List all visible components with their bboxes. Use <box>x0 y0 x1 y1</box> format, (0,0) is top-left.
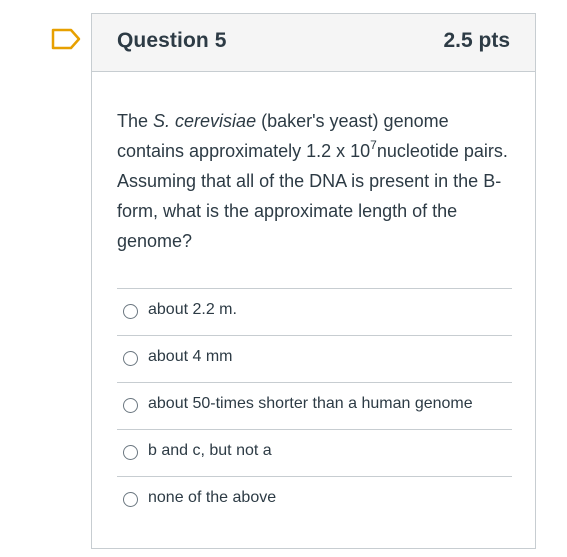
answer-option[interactable]: about 50-times shorter than a human geno… <box>117 382 512 429</box>
answer-option[interactable]: none of the above <box>117 476 512 523</box>
question-card: Question 5 2.5 pts The S. cerevisiae (ba… <box>91 13 536 549</box>
answer-radio[interactable] <box>123 445 138 460</box>
answer-radio[interactable] <box>123 492 138 507</box>
answer-label[interactable]: none of the above <box>148 489 276 507</box>
question-title: Question 5 <box>117 29 227 52</box>
answer-option[interactable]: b and c, but not a <box>117 429 512 476</box>
question-points: 2.5 pts <box>443 29 510 52</box>
answer-option[interactable]: about 2.2 m. <box>117 288 512 335</box>
answer-label[interactable]: b and c, but not a <box>148 442 272 460</box>
answer-label[interactable]: about 2.2 m. <box>148 301 237 319</box>
answer-label[interactable]: about 4 mm <box>148 348 232 366</box>
flag-question-icon[interactable] <box>51 28 81 50</box>
question-text: The S. cerevisiae (baker's yeast) genome… <box>117 106 512 256</box>
answer-label[interactable]: about 50-times shorter than a human geno… <box>148 395 473 413</box>
answer-radio[interactable] <box>123 351 138 366</box>
answer-radio[interactable] <box>123 304 138 319</box>
question-text-exponent: 7 <box>370 138 377 152</box>
question-text-part1: The <box>117 111 154 131</box>
answer-option[interactable]: about 4 mm <box>117 335 512 382</box>
question-header: Question 5 2.5 pts <box>92 14 535 72</box>
answer-list: about 2.2 m. about 4 mm about 50-times s… <box>117 288 512 523</box>
answer-radio[interactable] <box>123 398 138 413</box>
question-text-species: S. cerevisiae <box>153 111 257 131</box>
